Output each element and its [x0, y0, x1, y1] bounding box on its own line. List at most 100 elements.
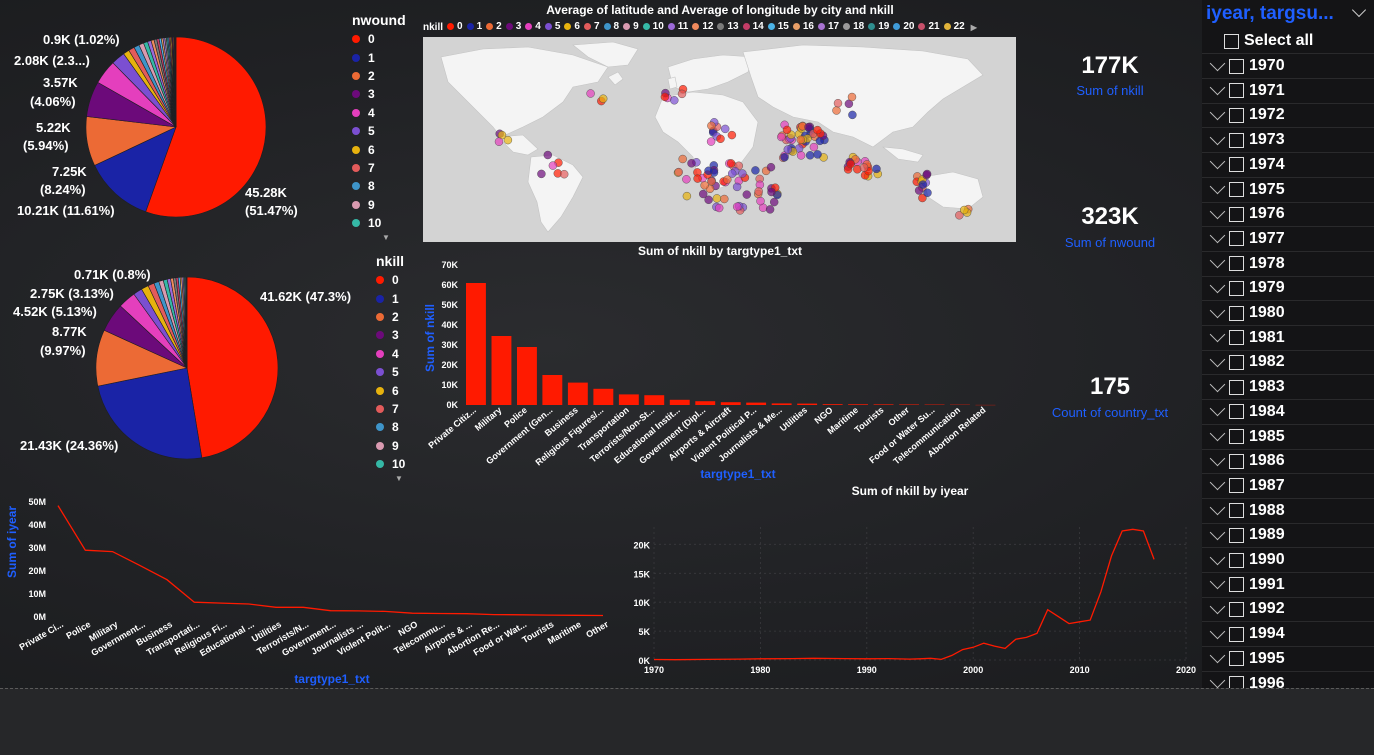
map-city-marker[interactable] [768, 188, 776, 196]
map-legend-item[interactable]: 4 [525, 21, 541, 32]
bar[interactable] [695, 401, 715, 405]
legend-item[interactable]: 0 [376, 271, 405, 289]
legend-item[interactable]: 9 [376, 437, 405, 455]
line-series[interactable] [58, 506, 603, 616]
map-city-marker[interactable] [705, 167, 713, 175]
map-city-marker[interactable] [727, 159, 735, 167]
map-city-marker[interactable] [814, 150, 822, 158]
bar[interactable] [542, 375, 562, 405]
legend-next-icon[interactable]: ▶ [971, 23, 977, 32]
slicer-checkbox[interactable] [1229, 108, 1244, 123]
bar[interactable] [848, 404, 868, 405]
map-city-marker[interactable] [923, 170, 931, 178]
map-legend-item[interactable]: 21 [918, 21, 939, 32]
expand-chevron-icon[interactable] [1210, 549, 1226, 565]
expand-chevron-icon[interactable] [1210, 253, 1226, 269]
map-city-marker[interactable] [783, 126, 791, 134]
slicer-item-1970[interactable]: 1970 [1202, 54, 1374, 79]
map-city-marker[interactable] [960, 206, 968, 214]
map-legend-item[interactable]: 19 [868, 21, 889, 32]
expand-chevron-icon[interactable] [1210, 80, 1226, 96]
legend-item[interactable]: 7 [352, 159, 406, 177]
map-city-marker[interactable] [814, 126, 822, 134]
slicer-checkbox[interactable] [1229, 380, 1244, 395]
slicer-item-1989[interactable]: 1989 [1202, 523, 1374, 548]
map-city-marker[interactable] [833, 107, 841, 115]
bar[interactable] [670, 400, 690, 405]
map-city-marker[interactable] [738, 170, 746, 178]
slicer-item-1986[interactable]: 1986 [1202, 449, 1374, 474]
map-legend-item[interactable]: 14 [743, 21, 764, 32]
expand-chevron-icon[interactable] [1210, 327, 1226, 343]
map-city-marker[interactable] [767, 163, 775, 171]
legend-item[interactable]: 3 [376, 326, 405, 344]
map-city-marker[interactable] [757, 197, 765, 205]
map-city-marker[interactable] [678, 90, 686, 98]
legend-item[interactable]: 8 [376, 418, 405, 436]
bar[interactable] [874, 404, 894, 405]
slicer-checkbox[interactable] [1229, 157, 1244, 172]
map-city-marker[interactable] [721, 125, 729, 133]
slicer-checkbox[interactable] [1229, 503, 1244, 518]
map-legend-item[interactable]: 9 [623, 21, 639, 32]
map-city-marker[interactable] [723, 176, 731, 184]
slicer-checkbox[interactable] [1229, 651, 1244, 666]
bar[interactable] [797, 404, 817, 405]
map-city-marker[interactable] [848, 111, 856, 119]
map-city-marker[interactable] [599, 95, 607, 103]
bar[interactable] [593, 389, 613, 405]
slicer-checkbox[interactable] [1229, 133, 1244, 148]
map-city-marker[interactable] [707, 122, 715, 130]
slicer-item-1981[interactable]: 1981 [1202, 326, 1374, 351]
legend-item[interactable]: 10 [376, 455, 405, 473]
legend-item[interactable]: 3 [352, 85, 406, 103]
slicer-item-1979[interactable]: 1979 [1202, 276, 1374, 301]
map-city-marker[interactable] [797, 136, 805, 144]
expand-chevron-icon[interactable] [1210, 426, 1226, 442]
slicer-collapse-icon[interactable] [1354, 5, 1364, 15]
slicer-checkbox[interactable] [1229, 478, 1244, 493]
world-map[interactable] [423, 37, 1016, 242]
slicer-item-1975[interactable]: 1975 [1202, 178, 1374, 203]
map-legend-item[interactable]: 18 [843, 21, 864, 32]
expand-chevron-icon[interactable] [1210, 352, 1226, 368]
expand-chevron-icon[interactable] [1210, 648, 1226, 664]
map-city-marker[interactable] [683, 192, 691, 200]
slicer-checkbox[interactable] [1229, 528, 1244, 543]
expand-chevron-icon[interactable] [1210, 525, 1226, 541]
map-city-marker[interactable] [847, 160, 855, 168]
bar[interactable] [899, 405, 919, 406]
map-city-marker[interactable] [544, 151, 552, 159]
map-legend-item[interactable]: 11 [668, 21, 689, 32]
slicer-checkbox[interactable] [1229, 182, 1244, 197]
map-city-marker[interactable] [537, 170, 545, 178]
map-city-marker[interactable] [784, 146, 792, 154]
bar[interactable] [644, 395, 664, 405]
map-legend-item[interactable]: 6 [564, 21, 580, 32]
map-city-marker[interactable] [549, 162, 557, 170]
legend-item[interactable]: 2 [352, 67, 406, 85]
slicer-item-1980[interactable]: 1980 [1202, 301, 1374, 326]
expand-chevron-icon[interactable] [1210, 673, 1226, 689]
bar[interactable] [721, 402, 741, 405]
slicer-checkbox[interactable] [1229, 256, 1244, 271]
map-city-marker[interactable] [770, 198, 778, 206]
map-city-marker[interactable] [873, 165, 881, 173]
map-legend-item[interactable]: 17 [818, 21, 839, 32]
expand-chevron-icon[interactable] [1210, 623, 1226, 639]
expand-chevron-icon[interactable] [1210, 574, 1226, 590]
map-city-marker[interactable] [777, 133, 785, 141]
expand-chevron-icon[interactable] [1210, 475, 1226, 491]
slicer-checkbox[interactable] [1229, 231, 1244, 246]
expand-chevron-icon[interactable] [1210, 179, 1226, 195]
slicer-checkbox[interactable] [1229, 627, 1244, 642]
map-legend-item[interactable]: 15 [768, 21, 789, 32]
map-city-marker[interactable] [720, 195, 728, 203]
map-city-marker[interactable] [713, 194, 721, 202]
legend-item[interactable]: 5 [352, 122, 406, 140]
map-city-marker[interactable] [682, 175, 690, 183]
select-all-checkbox[interactable] [1224, 34, 1239, 49]
legend-item[interactable]: 9 [352, 196, 406, 214]
map-city-marker[interactable] [797, 151, 805, 159]
bar[interactable] [823, 404, 843, 405]
